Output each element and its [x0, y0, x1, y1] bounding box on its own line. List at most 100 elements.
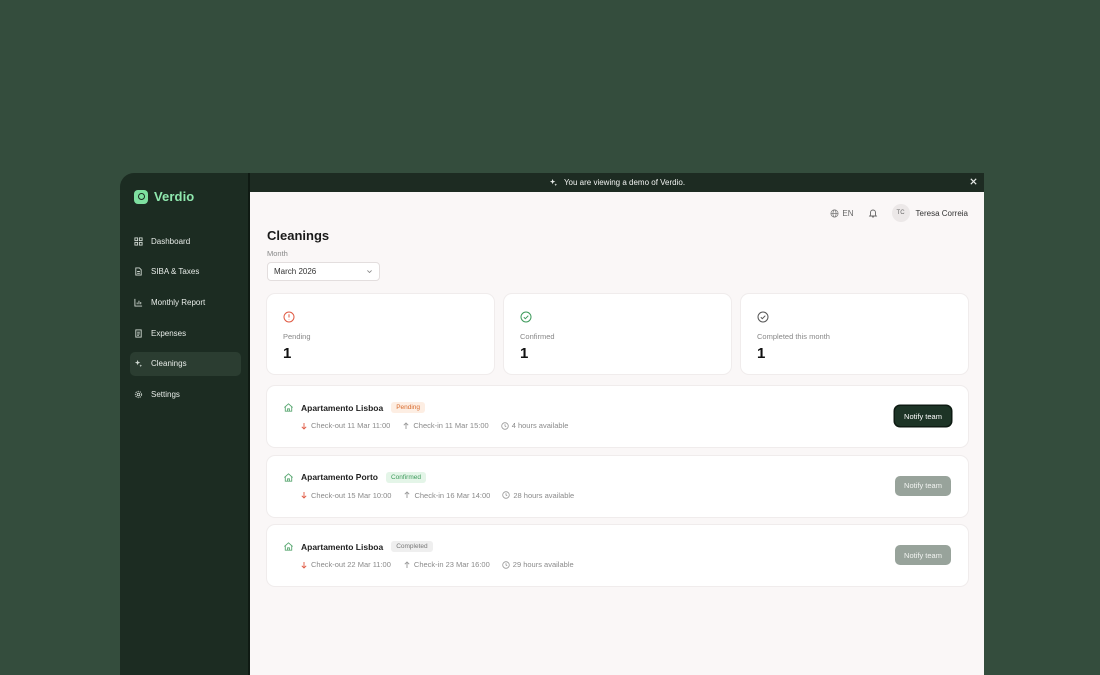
sidebar-item-monthly-report[interactable]: Monthly Report: [130, 290, 241, 314]
clock-icon: [500, 421, 509, 430]
arrow-up-icon: [404, 560, 410, 568]
sidebar-item-label: Expenses: [151, 328, 187, 338]
topbar: EN TC Teresa Correia: [830, 204, 968, 222]
clock-icon: [502, 491, 511, 499]
main-content: You are viewing a demo of Verdio. EN TC …: [250, 173, 984, 675]
stat-value: 1: [757, 345, 766, 362]
sidebar-item-label: Dashboard: [151, 236, 191, 246]
checkout-info: Check-out 15 Mar 10:00: [300, 491, 391, 500]
status-badge: Confirmed: [385, 471, 426, 483]
property-name: Apartamento Porto: [301, 472, 378, 482]
sidebar-item-expenses[interactable]: Expenses: [130, 321, 241, 345]
logo[interactable]: Verdio: [134, 189, 194, 204]
checkout-text: Check-out 15 Mar 10:00: [311, 490, 392, 500]
stat-value: 1: [283, 345, 292, 362]
gear-icon: [134, 390, 143, 399]
property-name: Apartamento Lisboa: [301, 541, 384, 552]
receipt-icon: [135, 329, 142, 338]
property-name: Apartamento Lisboa: [301, 402, 384, 413]
checkin-info: Check-in 23 Mar 16:00: [403, 560, 490, 569]
language-label: EN: [842, 208, 854, 218]
sidebar-item-settings[interactable]: Settings: [130, 382, 241, 406]
checkout-info: Check-out 11 Mar 11:00: [300, 421, 390, 430]
logo-text: Verdio: [154, 189, 195, 204]
chevron-down-icon: [367, 270, 372, 274]
status-badge: Completed: [391, 541, 433, 552]
logo-icon: [134, 189, 148, 204]
app-window: Verdio Dashboard SIBA & Taxes Monthly Re…: [120, 173, 984, 675]
avatar: TC: [891, 204, 910, 222]
month-select[interactable]: March 2026: [267, 262, 380, 281]
row-header: Apartamento Porto Confirmed: [283, 471, 426, 483]
checkin-text: Check-in 23 Mar 16:00: [413, 560, 490, 569]
dashboard-icon: [134, 236, 143, 246]
checkin-text: Check-in 11 Mar 15:00: [413, 421, 489, 430]
arrow-up-icon: [404, 491, 410, 498]
alert-circle-icon: [283, 311, 295, 323]
home-icon: [284, 403, 293, 412]
month-label: Month: [267, 249, 288, 258]
sidebar-item-dashboard[interactable]: Dashboard: [130, 229, 241, 253]
demo-banner: You are viewing a demo of Verdio.: [250, 173, 984, 192]
user-menu[interactable]: TC Teresa Correia: [891, 204, 968, 222]
list-item: Apartamento Porto Confirmed Check-out 15…: [267, 455, 968, 517]
checkin-text: Check-in 16 Mar 14:00: [414, 490, 491, 500]
sidebar-item-label: Settings: [151, 389, 180, 399]
bell-icon[interactable]: [868, 208, 878, 218]
check-circle-icon: [520, 311, 532, 323]
checkin-info: Check-in 11 Mar 15:00: [402, 421, 489, 430]
home-icon: [284, 472, 293, 482]
checkout-info: Check-out 22 Mar 11:00: [300, 560, 391, 569]
list-item: Apartamento Lisboa Pending Check-out 11 …: [267, 386, 968, 447]
sparkle-icon: [134, 360, 143, 368]
sidebar-item-label: Cleanings: [151, 359, 187, 369]
available-text: 28 hours available: [513, 490, 575, 500]
bar-chart-icon: [134, 298, 143, 307]
home-icon: [284, 542, 293, 551]
arrow-down-icon: [301, 561, 307, 569]
notify-team-button[interactable]: Notify team: [895, 545, 951, 565]
sidebar-item-siba-taxes[interactable]: SIBA & Taxes: [130, 260, 241, 284]
stat-label: Completed this month: [757, 332, 830, 341]
cleanings-list: Apartamento Lisboa Pending Check-out 11 …: [267, 386, 968, 595]
stat-card-confirmed: Confirmed 1: [504, 294, 731, 374]
checkout-text: Check-out 11 Mar 11:00: [311, 421, 391, 430]
user-name: Teresa Correia: [915, 208, 968, 218]
stat-label: Pending: [283, 332, 311, 341]
close-icon[interactable]: [969, 177, 978, 186]
sidebar: Verdio Dashboard SIBA & Taxes Monthly Re…: [120, 173, 250, 675]
available-text: 4 hours available: [511, 421, 569, 430]
banner-text: You are viewing a demo of Verdio.: [563, 178, 686, 187]
stat-card-pending: Pending 1: [267, 294, 494, 374]
stat-label: Confirmed: [520, 332, 555, 341]
notify-team-button[interactable]: Notify team: [895, 475, 951, 496]
list-item: Apartamento Lisboa Completed Check-out 2…: [267, 525, 968, 586]
check-circle-icon: [757, 311, 769, 323]
stat-card-completed: Completed this month 1: [741, 294, 968, 374]
arrow-up-icon: [403, 421, 409, 429]
checkin-info: Check-in 16 Mar 14:00: [403, 491, 490, 500]
available-text: 29 hours available: [512, 560, 574, 569]
language-switcher[interactable]: EN: [830, 208, 854, 218]
document-icon: [135, 267, 142, 276]
sidebar-item-label: SIBA & Taxes: [151, 267, 200, 277]
row-meta: Check-out 15 Mar 10:00 Check-in 16 Mar 1…: [300, 491, 574, 500]
clock-icon: [502, 560, 510, 569]
sidebar-item-label: Monthly Report: [151, 297, 206, 307]
sidebar-item-cleanings[interactable]: Cleanings: [130, 351, 241, 376]
page-title: Cleanings: [267, 228, 330, 243]
arrow-down-icon: [301, 492, 307, 499]
stat-value: 1: [520, 345, 529, 362]
row-meta: Check-out 22 Mar 11:00 Check-in 23 Mar 1…: [300, 560, 574, 569]
arrow-down-icon: [301, 422, 307, 430]
available-info: 4 hours available: [500, 421, 569, 430]
globe-icon: [830, 209, 839, 217]
row-header: Apartamento Lisboa Completed: [283, 541, 433, 552]
checkout-text: Check-out 22 Mar 11:00: [311, 560, 391, 569]
sparkle-icon: [549, 178, 558, 187]
month-select-value: March 2026: [274, 267, 317, 276]
notify-team-button[interactable]: Notify team: [895, 406, 951, 426]
row-meta: Check-out 11 Mar 11:00 Check-in 11 Mar 1…: [300, 421, 568, 430]
stats-row: Pending 1 Confirmed 1 Completed this mon…: [267, 294, 968, 374]
available-info: 28 hours available: [502, 491, 574, 500]
